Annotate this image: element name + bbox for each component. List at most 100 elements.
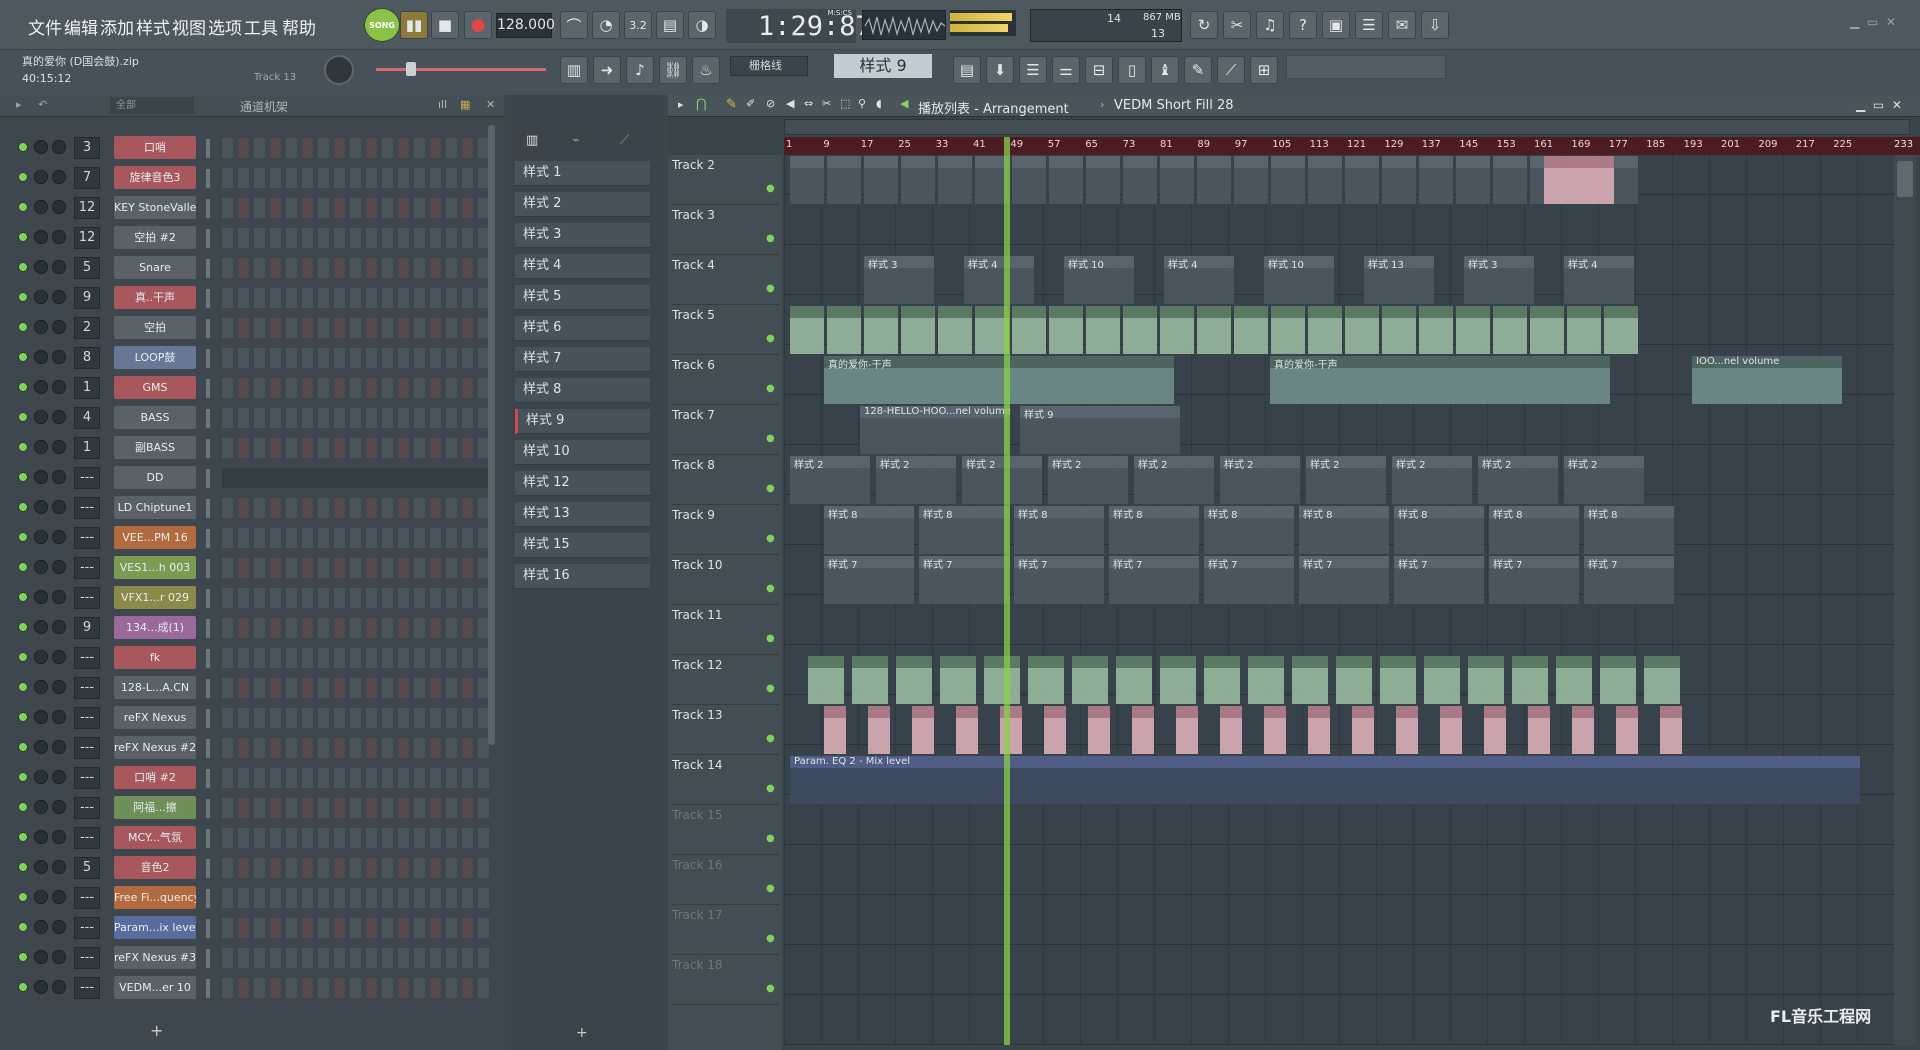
master-pitch-slider[interactable] bbox=[376, 62, 546, 76]
playlist-clip[interactable]: 样式 7 bbox=[1394, 556, 1484, 604]
channel-step-buttons[interactable] bbox=[222, 948, 492, 968]
playlist-clip[interactable]: 样式 7 bbox=[1014, 556, 1104, 604]
channel-row[interactable]: 2 空拍 bbox=[14, 315, 492, 341]
channel-mixer-track[interactable]: --- bbox=[74, 467, 100, 489]
channel-mixer-track[interactable]: 2 bbox=[74, 317, 100, 339]
track-enable-icon[interactable]: ● bbox=[766, 583, 775, 594]
channel-row[interactable]: --- DD bbox=[14, 465, 492, 491]
channel-mixer-track[interactable]: --- bbox=[74, 737, 100, 759]
track-header[interactable]: Track 15 ● bbox=[672, 805, 780, 855]
track-enable-icon[interactable]: ● bbox=[766, 433, 775, 444]
playlist-clip[interactable] bbox=[1234, 306, 1268, 354]
chat-icon[interactable]: ✉ bbox=[1388, 11, 1416, 39]
channel-step-buttons[interactable] bbox=[222, 528, 492, 548]
tools-icon[interactable]: ♝ bbox=[1151, 56, 1179, 84]
channel-step-buttons[interactable] bbox=[222, 498, 492, 518]
playlist-clip[interactable] bbox=[1484, 706, 1506, 754]
channel-pan-knob[interactable] bbox=[34, 290, 48, 304]
channel-mute-led[interactable] bbox=[18, 652, 28, 662]
channel-name-button[interactable]: reFX Nexus bbox=[114, 706, 196, 729]
playlist-clip[interactable] bbox=[790, 156, 824, 204]
channel-select-bar[interactable] bbox=[206, 799, 210, 818]
track-enable-icon[interactable]: ● bbox=[766, 283, 775, 294]
menu-item-6[interactable]: 工具 bbox=[244, 14, 278, 39]
channel-row[interactable]: 1 副BASS bbox=[14, 435, 492, 461]
track-enable-icon[interactable]: ● bbox=[766, 933, 775, 944]
channel-pan-knob[interactable] bbox=[34, 170, 48, 184]
playlist-clip[interactable]: 样式 7 bbox=[824, 556, 914, 604]
channel-volume-knob[interactable] bbox=[52, 590, 66, 604]
channel-volume-knob[interactable] bbox=[52, 560, 66, 574]
pattern-item[interactable]: 样式 3 bbox=[515, 223, 650, 248]
playlist-clip[interactable] bbox=[1160, 656, 1196, 704]
channel-pan-knob[interactable] bbox=[34, 410, 48, 424]
playlist-clip[interactable]: 样式 2 bbox=[1478, 456, 1558, 504]
channel-step-buttons[interactable] bbox=[222, 678, 492, 698]
channel-select-bar[interactable] bbox=[206, 919, 210, 938]
channel-name-button[interactable]: 副BASS bbox=[114, 436, 196, 459]
channel-mixer-track[interactable]: 4 bbox=[74, 407, 100, 429]
cart-icon[interactable]: ⊞ bbox=[1250, 56, 1278, 84]
playlist-clip[interactable] bbox=[1660, 706, 1682, 754]
speaker-icon[interactable]: ◖ bbox=[876, 97, 882, 110]
track-header[interactable]: Track 2 ● bbox=[672, 155, 780, 205]
add-pattern-button[interactable]: + bbox=[576, 1025, 588, 1041]
track-enable-icon[interactable]: ● bbox=[766, 483, 775, 494]
playlist-clip[interactable]: 样式 2 bbox=[1048, 456, 1128, 504]
pattern-selector[interactable]: 样式 9 bbox=[834, 54, 932, 78]
channel-mute-led[interactable] bbox=[18, 802, 28, 812]
playlist-clip[interactable]: 真的爱你-干声 bbox=[1270, 356, 1610, 404]
channel-row[interactable]: 9 真..干声 bbox=[14, 285, 492, 311]
playlist-clip[interactable] bbox=[1380, 656, 1416, 704]
playlist-clip[interactable] bbox=[868, 706, 890, 754]
playlist-clip[interactable] bbox=[1012, 156, 1046, 204]
channel-row[interactable]: --- 128-L...A.CN bbox=[14, 675, 492, 701]
track-header[interactable]: Track 10 ● bbox=[672, 555, 780, 605]
channel-mute-led[interactable] bbox=[18, 712, 28, 722]
track-header[interactable]: Track 3 ● bbox=[672, 205, 780, 255]
channel-name-button[interactable]: GMS bbox=[114, 376, 196, 399]
channel-select-bar[interactable] bbox=[206, 979, 210, 998]
channel-mute-led[interactable] bbox=[18, 982, 28, 992]
channel-mute-led[interactable] bbox=[18, 922, 28, 932]
channel-mute-led[interactable] bbox=[18, 142, 28, 152]
track-header[interactable]: Track 18 ● bbox=[672, 955, 780, 1005]
channel-step-buttons[interactable] bbox=[222, 288, 492, 308]
track-enable-icon[interactable]: ● bbox=[766, 183, 775, 194]
playlist-clip[interactable] bbox=[1160, 156, 1194, 204]
channel-step-buttons[interactable] bbox=[222, 258, 492, 278]
channel-select-bar[interactable] bbox=[206, 169, 210, 188]
rack-scrollbar[interactable] bbox=[488, 125, 495, 745]
channel-mixer-track[interactable]: 3 bbox=[74, 137, 100, 159]
channel-volume-knob[interactable] bbox=[52, 260, 66, 274]
channel-volume-knob[interactable] bbox=[52, 800, 66, 814]
menu-item-5[interactable]: 选项 bbox=[208, 14, 242, 39]
channel-pan-knob[interactable] bbox=[34, 140, 48, 154]
track-enable-icon[interactable]: ● bbox=[766, 683, 775, 694]
playlist-clip[interactable] bbox=[1160, 306, 1194, 354]
tree-icon[interactable]: ⊟ bbox=[1085, 56, 1113, 84]
channel-mute-led[interactable] bbox=[18, 442, 28, 452]
playlist-clip[interactable] bbox=[1396, 706, 1418, 754]
playlist-clip[interactable] bbox=[1132, 706, 1154, 754]
track-header[interactable]: Track 6 ● bbox=[672, 355, 780, 405]
channel-mute-led[interactable] bbox=[18, 862, 28, 872]
channel-volume-knob[interactable] bbox=[52, 290, 66, 304]
playlist-clip[interactable] bbox=[1123, 156, 1157, 204]
playlist-clip[interactable] bbox=[1382, 156, 1416, 204]
channel-icon[interactable]: ♪ bbox=[626, 56, 654, 84]
channel-step-buttons[interactable] bbox=[222, 708, 492, 728]
playlist-clip[interactable] bbox=[1308, 156, 1342, 204]
channel-name-button[interactable]: 真..干声 bbox=[114, 286, 196, 309]
channel-mixer-track[interactable]: 1 bbox=[74, 437, 100, 459]
channel-volume-knob[interactable] bbox=[52, 440, 66, 454]
channel-row[interactable]: --- fk bbox=[14, 645, 492, 671]
playlist-clip[interactable]: 样式 7 bbox=[1584, 556, 1674, 604]
slice-icon[interactable]: ✂ bbox=[822, 97, 831, 110]
channel-pan-knob[interactable] bbox=[34, 590, 48, 604]
channel-pan-knob[interactable] bbox=[34, 380, 48, 394]
channel-row[interactable]: --- Param...ix level bbox=[14, 915, 492, 941]
channel-mixer-track[interactable]: 5 bbox=[74, 257, 100, 279]
playlist-clip[interactable] bbox=[1528, 706, 1550, 754]
channel-row[interactable]: --- 阿福...擦 bbox=[14, 795, 492, 821]
